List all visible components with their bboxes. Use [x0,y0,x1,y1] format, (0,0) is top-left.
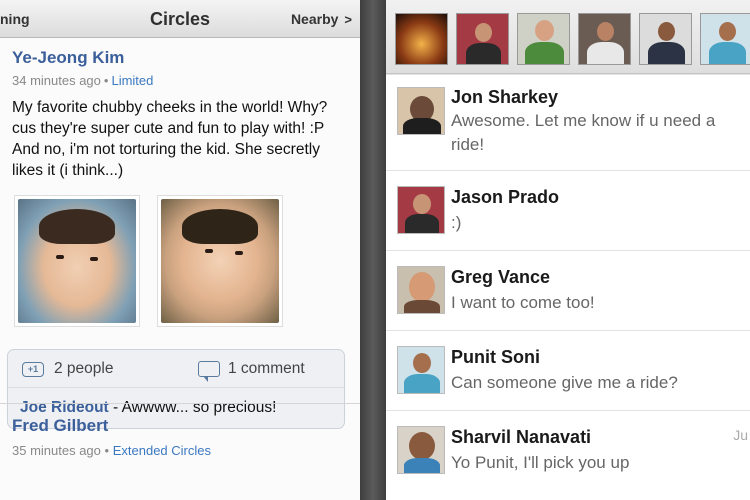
plus-one-count[interactable]: 2 people [54,360,113,378]
chevron-right-icon: > [344,12,352,27]
chat-message[interactable]: Punit Soni Can someone give me a ride? [386,330,750,410]
comment-text: - Awwww... so precious! [108,399,277,416]
engagement-counts: +1 2 people 1 comment [8,350,344,388]
chat-message[interactable]: Jon Sharkey Awesome. Let me know if u ne… [386,74,750,170]
post-body: My favorite chubby cheeks in the world! … [12,99,328,179]
sender-name: Greg Vance [451,267,551,287]
post-author[interactable]: Ye-Jeong Kim [12,48,124,68]
device-gap [360,0,386,500]
chat-message[interactable]: Jason Prado :) [386,170,750,250]
baby-photo-image [18,199,136,323]
participant-avatar[interactable] [639,13,692,65]
participant-avatar[interactable] [395,13,448,65]
chat-message[interactable]: Greg Vance I want to come too! [386,250,750,330]
post-timestamp: 34 minutes ago [12,73,101,88]
post-circle-link[interactable]: Limited [111,73,153,88]
sender-name: Jon Sharkey [451,87,559,107]
post-divider [0,403,360,404]
post-meta: 34 minutes ago • Limited [12,73,153,88]
sender-avatar[interactable] [397,186,445,234]
nearby-label: Nearby [290,11,339,27]
comment-count[interactable]: 1 comment [228,360,305,378]
message-text: :) [451,213,462,232]
message-text: I want to come too! [451,293,595,312]
baby-photo-image [161,199,279,323]
meta-separator: • [103,73,109,88]
participant-avatar[interactable] [700,13,750,65]
sender-name: Jason Prado [451,187,560,207]
post-circle-link[interactable]: Extended Circles [113,443,211,458]
sender-name: Sharvil Nanavati [451,427,592,447]
comment-icon[interactable] [198,361,220,382]
circles-stream-panel: ning Circles Nearby > Ye-Jeong Kim 34 min… [0,0,360,500]
post-timestamp: 35 minutes ago [12,443,101,458]
chat-message[interactable]: Sharvil Nanavati Yo Punit, I'll pick you… [386,410,750,500]
comment-author[interactable]: Joe Rideout [20,399,109,416]
message-time: Ju [733,427,748,443]
huddle-chat-panel: Jon Sharkey Awesome. Let me know if u ne… [386,0,750,500]
message-text: Can someone give me a ride? [451,373,678,392]
sender-avatar[interactable] [397,346,445,394]
sender-avatar[interactable] [397,266,445,314]
sender-avatar[interactable] [397,426,445,474]
participant-avatar[interactable] [517,13,570,65]
post-photo[interactable] [157,195,283,327]
plus-one-icon[interactable]: +1 [22,362,44,377]
participant-avatar-strip [386,0,750,74]
participant-avatar[interactable] [578,13,631,65]
message-text: Awesome. Let me know if u need a ride! [451,111,716,154]
sender-avatar[interactable] [397,87,445,135]
message-text: Yo Punit, I'll pick you up [451,453,630,472]
post-meta: 35 minutes ago • Extended Circles [12,443,211,458]
nearby-button[interactable]: Nearby > [291,11,352,27]
top-comment[interactable]: Joe Rideout - Awwww... so precious! [20,399,276,417]
meta-separator: • [104,443,110,458]
post-author[interactable]: Fred Gilbert [12,416,108,436]
stream-top-bar: ning Circles Nearby > [0,0,360,38]
participant-avatar[interactable] [456,13,509,65]
sender-name: Punit Soni [451,347,540,367]
post-photo[interactable] [14,195,140,327]
